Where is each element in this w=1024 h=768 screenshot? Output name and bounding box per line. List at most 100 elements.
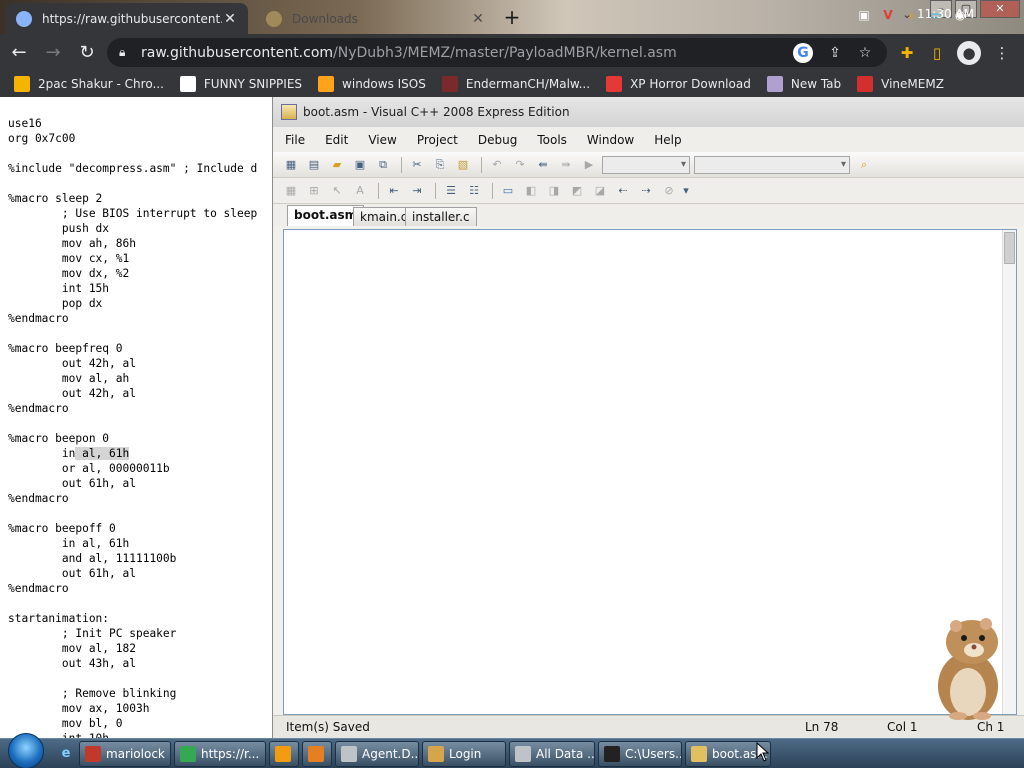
tab-downloads[interactable]: Downloads ✕ (256, 3, 496, 34)
menu-view[interactable]: View (368, 133, 396, 147)
scrollbar-thumb[interactable] (1004, 232, 1015, 264)
mouse-pointer-icon (756, 742, 770, 762)
bag-icon (14, 76, 30, 92)
taskbar-button[interactable] (269, 740, 299, 767)
bookmark-item[interactable]: EndermanCH/Malw... (441, 76, 590, 92)
code-line: mov al, ah (8, 372, 130, 385)
new-project-icon[interactable]: ▦ (281, 156, 301, 174)
taskbar-button[interactable]: Agent.D... (335, 740, 419, 767)
close-icon[interactable]: ✕ (470, 11, 486, 27)
solution-configuration-combo[interactable] (602, 155, 690, 174)
side-panel-icon[interactable]: ▯ (925, 41, 949, 65)
toolbar-overflow-icon[interactable]: ▾ (682, 182, 690, 200)
close-icon[interactable]: ✕ (222, 11, 238, 27)
previous-bookmark-folder-icon[interactable]: ◩ (567, 182, 587, 200)
decrease-indent-icon[interactable]: ⇤ (384, 182, 404, 200)
next-bookmark-icon[interactable]: ◨ (544, 182, 564, 200)
start-debugging-icon[interactable]: ▶ (579, 156, 599, 174)
globe-icon (16, 10, 32, 27)
vc-window-title: boot.asm - Visual C++ 2008 Express Editi… (303, 105, 570, 119)
start-button[interactable] (8, 732, 44, 768)
save-icon[interactable]: ▣ (350, 156, 370, 174)
previous-bookmark-doc-icon[interactable]: ⇠ (613, 182, 633, 200)
selected-text[interactable]: al, 61h (75, 447, 130, 460)
code-line: org 0x7c00 (8, 132, 76, 145)
quick-info-icon[interactable]: ↖ (327, 182, 347, 200)
code-line: out 42h, al (8, 357, 136, 370)
taskbar-button[interactable]: https://r... (174, 740, 266, 767)
redo-icon[interactable]: ↷ (510, 156, 530, 174)
menu-debug[interactable]: Debug (478, 133, 517, 147)
code-line: ; Remove blinking (8, 687, 177, 700)
bookmark-item[interactable]: XP Horror Download (606, 76, 751, 92)
save-all-icon[interactable]: ⧉ (373, 156, 393, 174)
bookmark-item[interactable]: VineMEMZ (857, 76, 944, 92)
share-icon[interactable]: ⇪ (825, 43, 845, 63)
menu-help[interactable]: Help (654, 133, 681, 147)
undo-icon[interactable]: ↶ (487, 156, 507, 174)
solution-platform-combo[interactable] (694, 155, 850, 174)
member-list-icon[interactable]: ▦ (281, 182, 301, 200)
bookmark-item[interactable]: windows ISOS (318, 76, 426, 92)
cut-icon[interactable]: ✂ (407, 156, 427, 174)
taskbar-clock[interactable]: 11:30 AM (917, 7, 974, 21)
menu-kebab-icon[interactable]: ⋮ (990, 41, 1014, 65)
menu-window[interactable]: Window (587, 133, 634, 147)
code-line: ​ (8, 326, 257, 341)
extensions-icon[interactable]: ✚ (895, 41, 919, 65)
tab-title: https://raw.githubusercontent.co (42, 11, 222, 26)
new-tab-button[interactable]: + (500, 6, 524, 30)
navigate-backward-icon[interactable]: ⇚ (533, 156, 553, 174)
menu-tools[interactable]: Tools (537, 133, 567, 147)
taskbar-button[interactable]: C:\Users... (598, 740, 682, 767)
previous-bookmark-icon[interactable]: ◧ (521, 182, 541, 200)
tab-kernel-asm[interactable]: https://raw.githubusercontent.co ✕ (6, 3, 248, 34)
complete-word-icon[interactable]: A (350, 182, 370, 200)
add-item-icon[interactable]: ▤ (304, 156, 324, 174)
code-line: startanimation: (8, 612, 110, 625)
address-bar[interactable]: 🔒︎ raw.githubusercontent.com/NyDubh3/MEM… (107, 38, 887, 67)
doc-tab-installer-c[interactable]: installer.c (405, 207, 477, 226)
bookmark-item[interactable]: New Tab (766, 76, 841, 92)
taskbar-button[interactable]: All Data ... (509, 740, 595, 767)
next-bookmark-doc-icon[interactable]: ⇢ (636, 182, 656, 200)
increase-indent-icon[interactable]: ⇥ (407, 182, 427, 200)
menu-project[interactable]: Project (417, 133, 458, 147)
profile-avatar-icon[interactable]: ● (957, 41, 981, 65)
menu-edit[interactable]: Edit (325, 133, 348, 147)
antivirus-icon[interactable]: V (878, 6, 898, 24)
code-line: mov bl, 0 (8, 717, 123, 730)
open-file-icon[interactable]: ▰ (327, 156, 347, 174)
bookmark-label: FUNNY SNIPPIES (203, 77, 303, 91)
code-editor[interactable] (283, 229, 1017, 715)
google-lens-icon[interactable]: G (793, 43, 813, 63)
taskbar-button[interactable]: Login (422, 740, 506, 767)
bookmark-item[interactable]: 2pac Shakur - Chro... (14, 76, 164, 92)
paste-icon[interactable]: ▧ (453, 156, 473, 174)
vc-toolbar-text-editor: ▦ ⊞ ↖ A ⇤ ⇥ ☰ ☷ ▭ ◧ ◨ ◩ ◪ ⇠ ⇢ ⊘ ▾ (273, 178, 1024, 204)
copy-icon[interactable]: ⎘ (430, 156, 450, 174)
navigate-forward-icon[interactable]: ⇛ (556, 156, 576, 174)
next-bookmark-folder-icon[interactable]: ◪ (590, 182, 610, 200)
clear-bookmarks-icon[interactable]: ⊘ (659, 182, 679, 200)
code-line: %endmacro (8, 492, 69, 505)
uncomment-lines-icon[interactable]: ☷ (464, 182, 484, 200)
parameter-info-icon[interactable]: ⊞ (304, 182, 324, 200)
code-line: %endmacro (8, 402, 69, 415)
reload-button[interactable]: ↻ (72, 38, 102, 68)
comment-lines-icon[interactable]: ☰ (441, 182, 461, 200)
bookmark-star-icon[interactable]: ☆ (855, 43, 875, 63)
back-button[interactable]: ← (4, 38, 34, 68)
bookmark-item[interactable]: FUNNY SNIPPIES (179, 76, 303, 92)
menu-file[interactable]: File (285, 133, 305, 147)
tray-app-icon[interactable]: ▣ (854, 6, 874, 24)
close-window-button[interactable]: ✕ (980, 0, 1020, 18)
lock-icon[interactable]: 🔒︎ (119, 45, 133, 60)
taskbar-button[interactable] (302, 740, 332, 767)
taskbar-button[interactable]: mariolock (79, 740, 171, 767)
find-in-files-icon[interactable]: ⌕ (854, 156, 874, 174)
internet-explorer-icon[interactable]: e (56, 744, 76, 764)
code-line: ​ (8, 176, 257, 191)
forward-button[interactable]: → (38, 38, 68, 68)
toggle-bookmark-icon[interactable]: ▭ (498, 182, 518, 200)
